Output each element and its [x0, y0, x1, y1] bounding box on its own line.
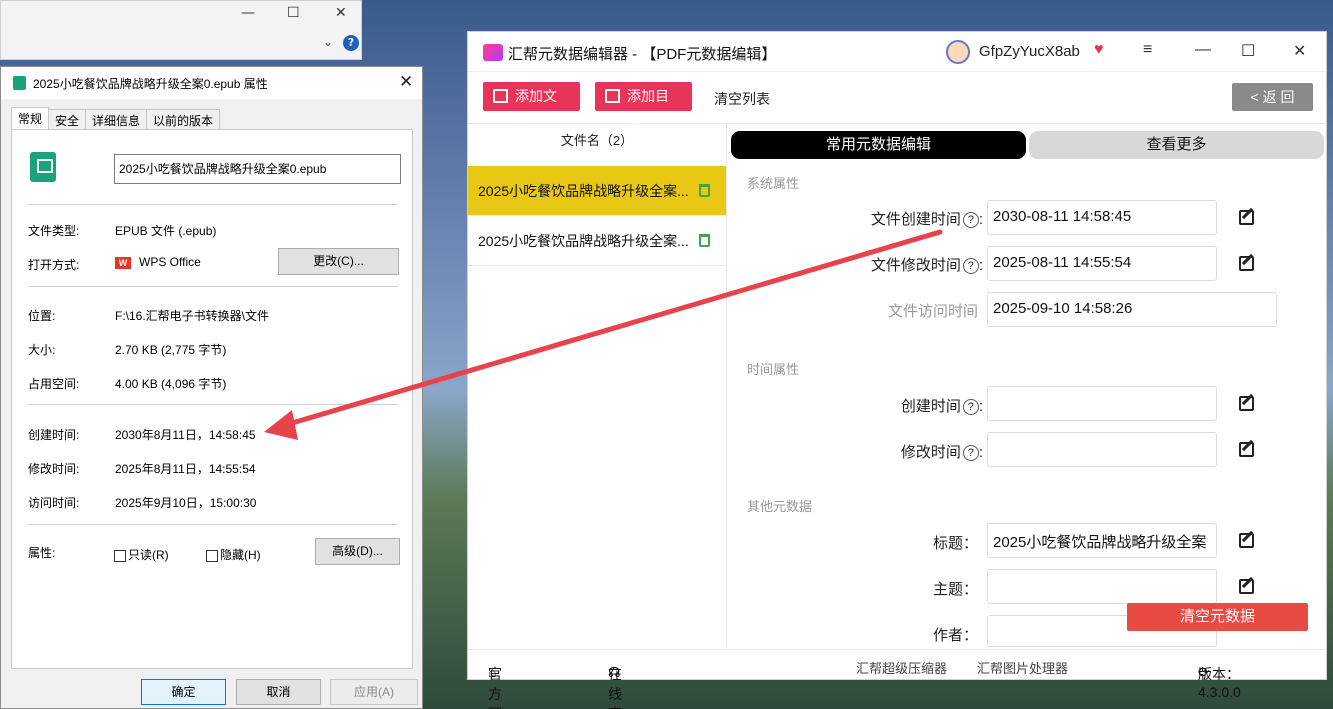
annotation-arrow — [264, 229, 943, 440]
